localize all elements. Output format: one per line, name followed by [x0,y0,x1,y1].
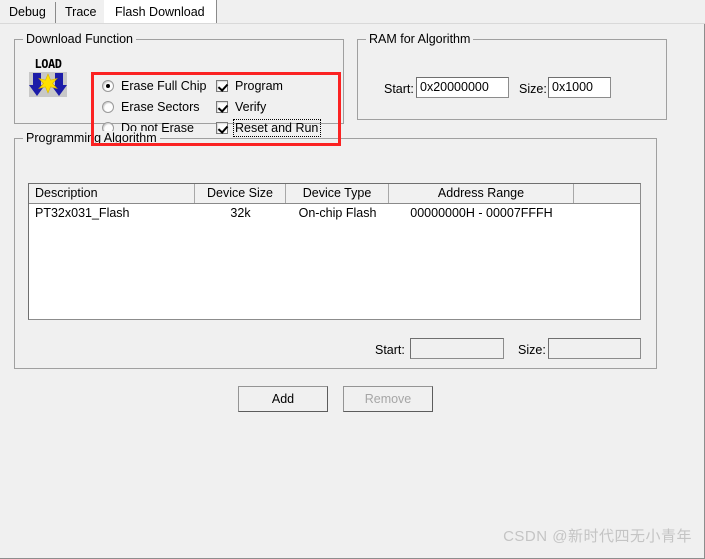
column-header-extra[interactable] [574,184,640,203]
checkbox-reset-and-run-indicator [216,122,228,134]
algorithm-size-input[interactable] [548,338,641,359]
algorithm-size-label: Size: [518,343,546,357]
ram-for-algorithm-group: RAM for Algorithm [357,32,667,120]
checkbox-verify-indicator [216,101,228,113]
radio-erase-sectors-label: Erase Sectors [121,100,200,114]
ram-size-input[interactable]: 0x1000 [548,77,611,98]
radio-erase-sectors[interactable]: Erase Sectors [102,99,200,115]
table-header-row: Description Device Size Device Type Addr… [29,184,640,204]
ram-start-label: Start: [384,82,414,96]
cell-description: PT32x031_Flash [35,206,130,220]
column-header-address-range[interactable]: Address Range [389,184,574,203]
tab-debug[interactable]: Debug [0,2,56,23]
load-icon-artwork [29,72,67,97]
tab-strip: Debug Trace Flash Download [0,0,705,24]
column-header-device-size[interactable]: Device Size [195,184,286,203]
cell-device-type: On-chip Flash [298,206,377,220]
column-header-description[interactable]: Description [29,184,195,203]
algorithm-start-input[interactable] [410,338,504,359]
radio-erase-full-chip-label: Erase Full Chip [121,79,207,93]
load-flash-icon: LOAD [27,57,69,97]
algorithm-start-label: Start: [375,343,405,357]
add-button[interactable]: Add [238,386,328,412]
radio-erase-full-chip[interactable]: Erase Full Chip [102,78,206,94]
remove-button: Remove [343,386,433,412]
ram-size-label: Size: [519,82,547,96]
checkbox-program[interactable]: Program [216,78,283,94]
cell-extra [574,204,640,223]
checkbox-verify-label: Verify [235,100,267,114]
cell-address-range: 00000000H - 00007FFFH [410,206,553,220]
column-header-device-type[interactable]: Device Type [286,184,389,203]
cell-device-size: 32k [230,206,251,220]
tab-trace[interactable]: Trace [56,2,107,23]
radio-erase-sectors-indicator [102,101,114,113]
checkbox-program-label: Program [235,79,283,93]
table-row[interactable]: PT32x031_Flash 32k On-chip Flash 0000000… [29,204,640,223]
programming-algorithm-list[interactable]: Description Device Size Device Type Addr… [28,183,641,320]
load-arrows-svg [29,72,67,97]
radio-erase-full-chip-indicator [102,80,114,92]
checkbox-verify[interactable]: Verify [216,99,266,115]
ram-for-algorithm-title: RAM for Algorithm [366,32,474,46]
flash-download-panel: Download Function LOAD Erase Full Chip E… [0,24,705,559]
checkbox-program-indicator [216,80,228,92]
load-icon-label: LOAD [34,57,62,71]
checkbox-reset-and-run-label: Reset and Run [232,119,322,137]
programming-algorithm-title: Programming Algorithm [23,131,160,145]
tab-flash-download[interactable]: Flash Download [104,0,217,24]
ram-start-input[interactable]: 0x20000000 [416,77,509,98]
watermark: CSDN @新时代四无小青年 [503,528,692,545]
checkbox-reset-and-run[interactable]: Reset and Run [216,119,322,137]
download-function-title: Download Function [23,32,137,46]
